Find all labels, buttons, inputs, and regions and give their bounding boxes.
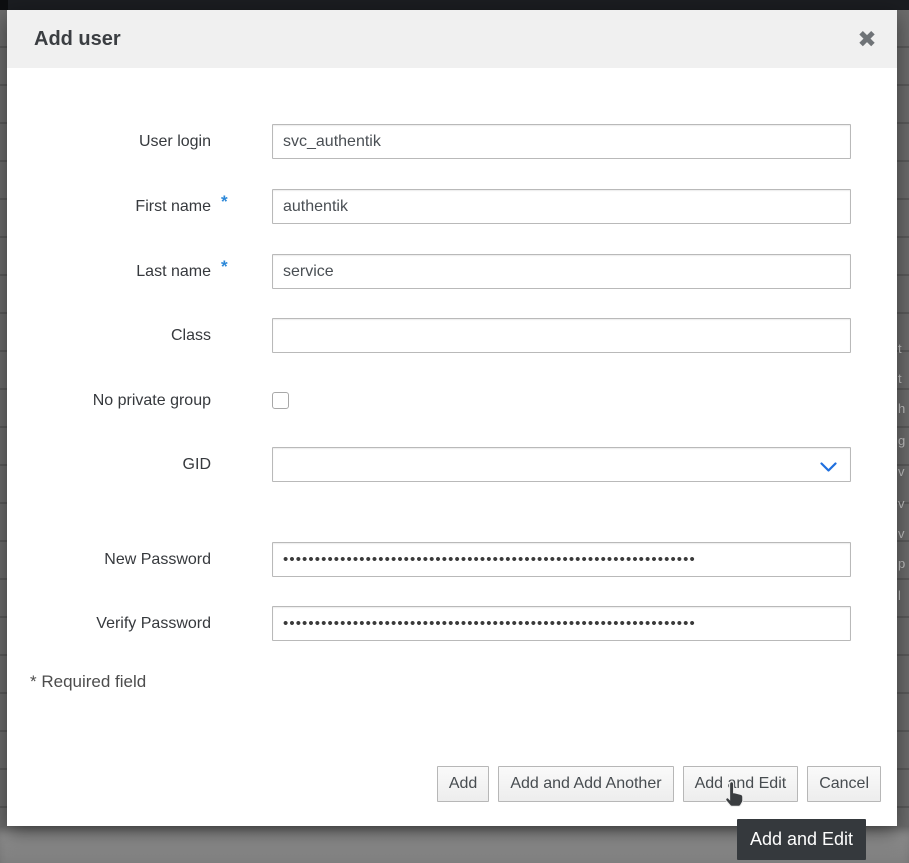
form-row-class: Class xyxy=(7,318,897,353)
required-asterisk: * xyxy=(221,257,228,277)
clipped-bg-text: h xyxy=(898,402,905,415)
dimmed-page-left-strip xyxy=(0,10,7,826)
gid-combobox[interactable] xyxy=(272,447,851,482)
no-private-group-label: No private group xyxy=(7,383,211,418)
screen: t t h g v v v p l Add user ✖ User login … xyxy=(0,0,909,863)
clipped-bg-text: t xyxy=(898,342,902,355)
first-name-label: First name xyxy=(7,189,211,224)
required-asterisk: * xyxy=(221,192,228,212)
last-name-label: Last name xyxy=(7,254,211,289)
user-login-label: User login xyxy=(7,124,211,159)
gid-label: GID xyxy=(7,447,211,482)
add-user-dialog: Add user ✖ User login First name * Last … xyxy=(7,10,897,826)
form-row-gid: GID xyxy=(7,447,897,482)
new-password-input[interactable] xyxy=(272,542,851,577)
required-field-note: * Required field xyxy=(30,672,146,692)
form-row-first-name: First name * xyxy=(7,189,897,224)
form-row-user-login: User login xyxy=(7,124,897,159)
last-name-input[interactable] xyxy=(272,254,851,289)
verify-password-label: Verify Password xyxy=(7,606,211,641)
clipped-bg-text: v xyxy=(898,527,905,540)
add-and-add-another-button[interactable]: Add and Add Another xyxy=(498,766,673,802)
clipped-bg-text: g xyxy=(898,434,905,447)
form-row-verify-password: Verify Password xyxy=(7,606,897,641)
clipped-bg-text: p xyxy=(898,557,905,570)
clipped-bg-text: l xyxy=(898,589,901,602)
dialog-header: Add user ✖ xyxy=(7,10,897,68)
cancel-button[interactable]: Cancel xyxy=(807,766,881,802)
form-row-last-name: Last name * xyxy=(7,254,897,289)
dimmed-page-right-strip: t t h g v v v p l xyxy=(897,10,909,826)
add-button[interactable]: Add xyxy=(437,766,489,802)
dimmed-navbar-strip xyxy=(0,0,909,10)
user-login-input[interactable] xyxy=(272,124,851,159)
class-input[interactable] xyxy=(272,318,851,353)
close-icon[interactable]: ✖ xyxy=(851,24,883,56)
clipped-bg-text: v xyxy=(898,497,905,510)
no-private-group-checkbox[interactable] xyxy=(272,392,289,409)
add-and-edit-tooltip: Add and Edit xyxy=(737,819,866,860)
first-name-input[interactable] xyxy=(272,189,851,224)
new-password-label: New Password xyxy=(7,542,211,577)
clipped-bg-text: v xyxy=(898,465,905,478)
class-label: Class xyxy=(7,318,211,353)
add-and-edit-button[interactable]: Add and Edit xyxy=(683,766,799,802)
dialog-title: Add user xyxy=(34,10,121,68)
verify-password-input[interactable] xyxy=(272,606,851,641)
dialog-footer: Add Add and Add Another Add and Edit Can… xyxy=(437,766,881,802)
form-row-no-private-group: No private group xyxy=(7,383,897,418)
form-row-new-password: New Password xyxy=(7,542,897,577)
clipped-bg-text: t xyxy=(898,372,902,385)
chevron-down-icon[interactable] xyxy=(820,460,837,478)
